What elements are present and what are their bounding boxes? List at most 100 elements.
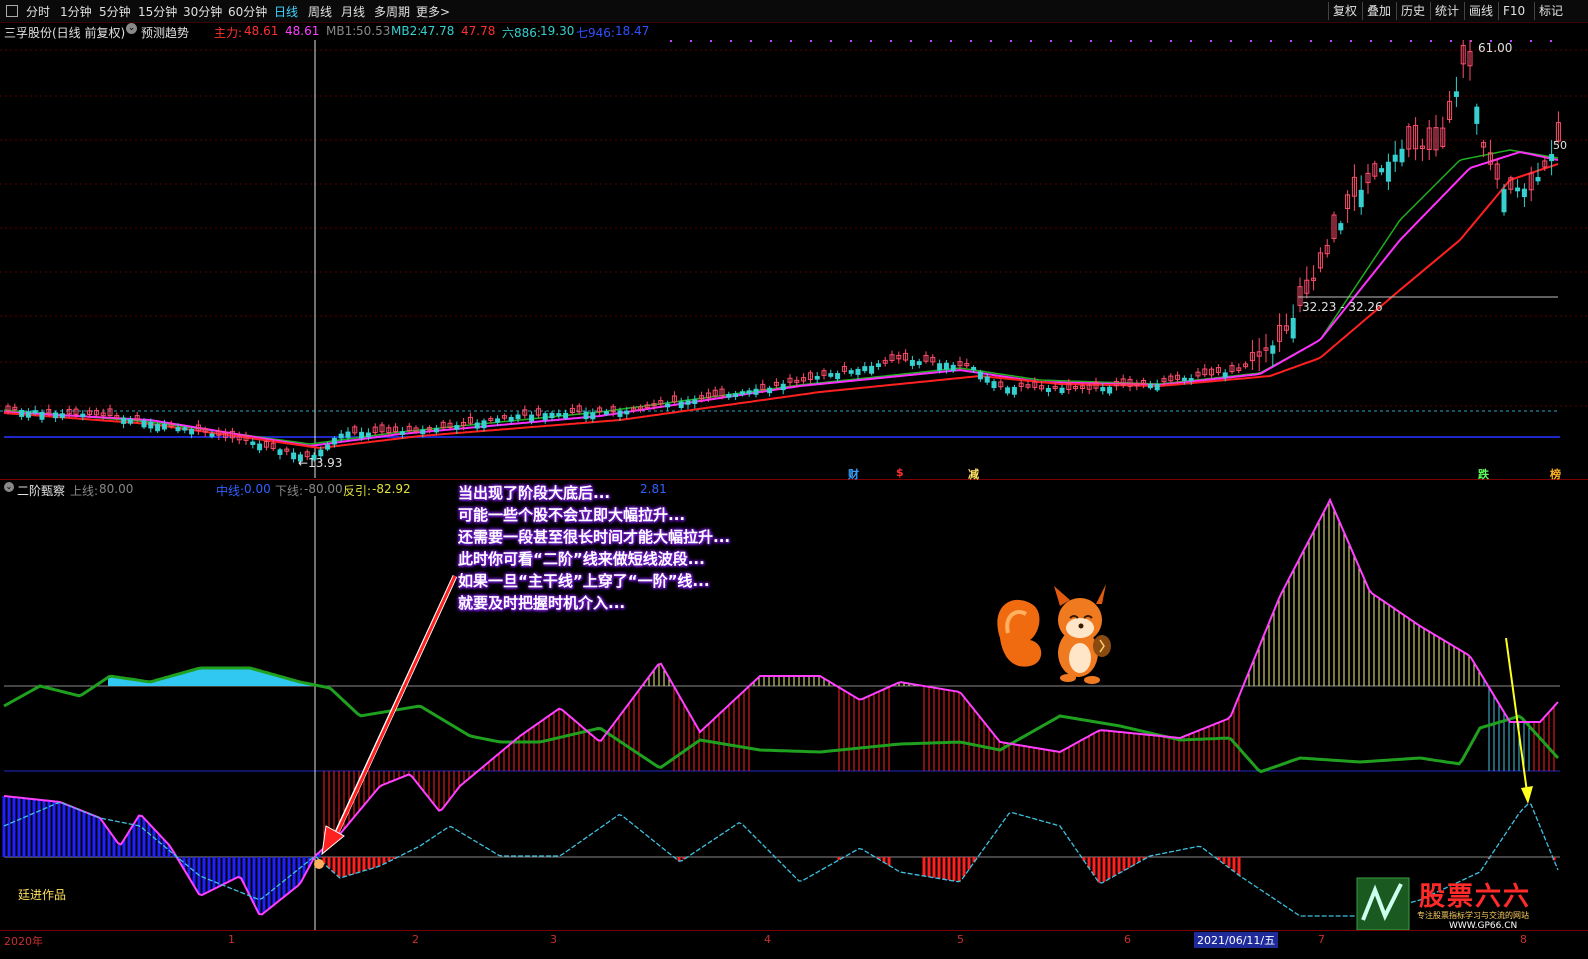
candle-body — [1515, 187, 1521, 192]
period-tab[interactable]: 15分钟 — [138, 3, 177, 20]
candle-body — [971, 366, 977, 371]
candle-body — [855, 368, 861, 375]
signal-dot — [1290, 40, 1292, 42]
candle-body — [624, 410, 630, 415]
candle-body — [182, 427, 188, 431]
axis-tick: 2 — [412, 933, 419, 946]
signal-dot — [870, 40, 872, 42]
candle-body — [359, 431, 365, 439]
candle-body — [399, 431, 405, 435]
candle-body — [916, 361, 922, 365]
event-marker[interactable]: 减 — [968, 466, 979, 482]
candle-body — [685, 400, 691, 405]
signal-dot — [970, 40, 972, 42]
history-button[interactable]: 历史 — [1396, 2, 1429, 20]
stats-button[interactable]: 统计 — [1430, 2, 1463, 20]
mark-button[interactable]: 标记 — [1534, 2, 1567, 20]
axis-tick: 3 — [550, 933, 557, 946]
event-marker[interactable]: 跌 — [1478, 466, 1489, 482]
candle-body — [590, 412, 596, 420]
period-tab[interactable]: 30分钟 — [183, 3, 222, 20]
candle-body — [603, 411, 609, 415]
candle-body — [420, 429, 426, 435]
candle-body — [1379, 168, 1385, 173]
cyan-line — [3, 801, 1559, 917]
annotation-line: 此时你可看“二阶”线来做短线波段... — [458, 550, 705, 568]
trend-label[interactable]: 预测趋势 — [141, 24, 189, 41]
menu-icon[interactable] — [6, 5, 18, 17]
period-tab[interactable]: 5分钟 — [99, 3, 131, 20]
overlay-button[interactable]: 叠加 — [1362, 2, 1395, 20]
signal-dot — [1070, 40, 1072, 42]
credit-label: 廷进作品 — [18, 888, 67, 902]
period-tab[interactable]: 月线 — [341, 3, 365, 20]
signal-dot — [950, 40, 952, 42]
event-marker[interactable]: $ — [896, 466, 904, 479]
candle-body — [325, 444, 331, 450]
candle-body — [189, 429, 195, 435]
signal-dot — [1310, 40, 1312, 42]
signal-dot — [1430, 40, 1432, 42]
stock-title: 三孚股份(日线 前复权) — [4, 26, 126, 40]
candle-body — [474, 422, 480, 429]
annotation-line: 就要及时把握时机介入... — [458, 594, 626, 612]
candle-body — [250, 441, 256, 445]
candle-body — [1045, 387, 1051, 392]
right-price-label: 50 — [1553, 139, 1567, 152]
low-price-label: ←13.93 — [298, 456, 343, 470]
axis-tick: 7 — [1318, 933, 1325, 946]
selected-date: 2021/06/11/五 — [1194, 932, 1279, 948]
signal-dot — [750, 40, 752, 42]
candle-body — [617, 410, 623, 417]
lower-value: -80.00 — [304, 482, 343, 496]
period-tab[interactable]: 周线 — [308, 3, 332, 20]
candlestick-chart[interactable] — [0, 40, 1588, 478]
period-tab[interactable]: 多周期 — [374, 3, 410, 20]
candle-body — [1521, 188, 1527, 198]
f10-button[interactable]: F10 — [1498, 2, 1529, 20]
candle-body — [977, 371, 983, 380]
candle-body — [1107, 386, 1113, 394]
signal-dot — [850, 40, 852, 42]
period-tab[interactable]: 60分钟 — [228, 3, 267, 20]
candle-body — [53, 412, 59, 419]
signal-dot — [1550, 40, 1552, 42]
signal-dot — [1050, 40, 1052, 42]
period-tab[interactable]: 1分钟 — [60, 3, 92, 20]
signal-dot — [1350, 40, 1352, 42]
draw-button[interactable]: 画线 — [1464, 2, 1497, 20]
candle-body — [950, 364, 956, 371]
candle-body — [508, 417, 514, 422]
fuquan-button[interactable]: 复权 — [1328, 2, 1361, 20]
candle-body — [1358, 189, 1364, 208]
candle-body — [25, 411, 31, 418]
arrow-shaft — [333, 575, 457, 839]
period-tab-active[interactable]: 日线 — [274, 3, 298, 20]
event-marker[interactable]: 榜 — [1550, 466, 1561, 482]
candle-body — [835, 373, 841, 380]
signal-dot — [930, 40, 932, 42]
signal-dot — [670, 40, 672, 42]
event-marker[interactable]: 财 — [848, 466, 859, 482]
period-tab[interactable]: 分时 — [26, 3, 50, 20]
candle-body — [991, 381, 997, 389]
signal-dot — [1410, 40, 1412, 42]
candle-body — [1147, 384, 1153, 389]
candle-body — [1453, 91, 1459, 97]
chevron-down-icon[interactable]: ⌄ — [126, 23, 137, 34]
candle-body — [875, 363, 881, 367]
candle-body — [733, 393, 739, 398]
chevron-down-icon[interactable]: ⌄ — [4, 482, 14, 492]
mb2-value: 47.78 — [420, 24, 455, 38]
candle-body — [1549, 153, 1555, 162]
axis-tick: 5 — [957, 933, 964, 946]
mb2-value-2: 47.78 — [461, 24, 496, 38]
reverse-value: -82.92 — [372, 482, 411, 496]
candle-body — [1385, 161, 1391, 182]
candle-body — [937, 363, 943, 371]
candle-body — [257, 443, 263, 451]
candle-body — [814, 375, 820, 380]
candle-body — [563, 412, 569, 419]
candle-body — [692, 399, 698, 405]
more-menu[interactable]: 更多> — [416, 3, 450, 20]
